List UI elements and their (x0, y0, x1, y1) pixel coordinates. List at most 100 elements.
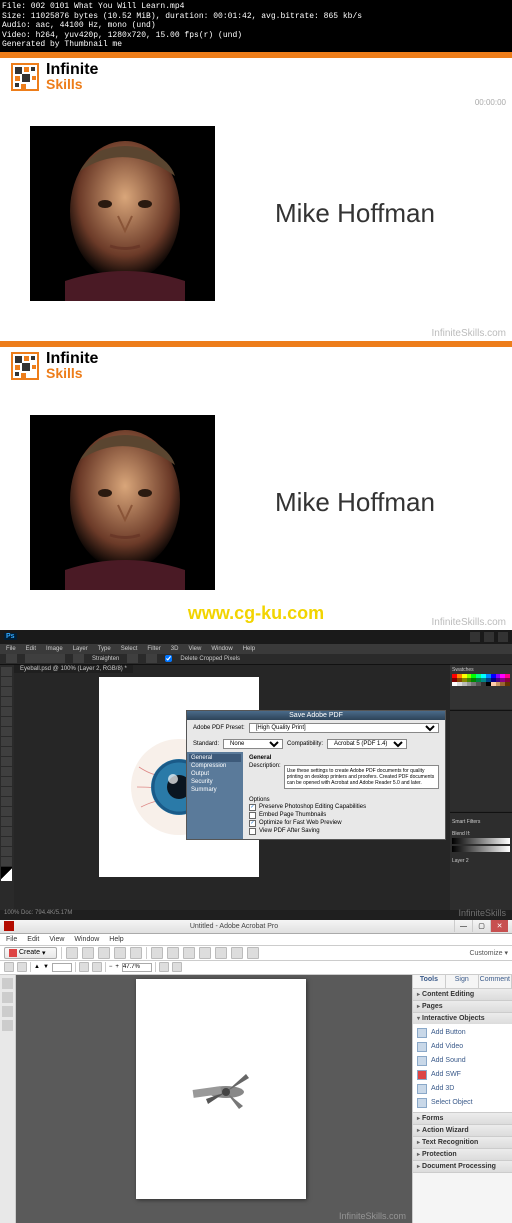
accordion-forms[interactable]: ▸Forms (413, 1113, 512, 1124)
add-button-item[interactable]: Add Button (417, 1026, 508, 1040)
preset-select[interactable]: [High Quality Print] (249, 723, 439, 733)
email-icon[interactable] (114, 947, 126, 959)
description-textarea[interactable]: Use these settings to create Adobe PDF d… (284, 765, 439, 789)
menu-filter[interactable]: Filter (147, 646, 160, 652)
open-icon[interactable] (66, 947, 78, 959)
hand-tool-icon[interactable] (1, 847, 12, 856)
add-3d-item[interactable]: Add 3D (417, 1082, 508, 1096)
tool-icon[interactable] (183, 947, 195, 959)
tool-icon[interactable] (199, 947, 211, 959)
sidebar-output[interactable]: Output (189, 770, 241, 778)
select-icon[interactable] (92, 962, 102, 972)
blend-gradient[interactable] (452, 846, 510, 852)
blend-gradient[interactable] (452, 838, 510, 844)
zoom-input[interactable] (122, 963, 152, 972)
menu-file[interactable]: File (6, 646, 16, 652)
tool-icon[interactable] (215, 947, 227, 959)
sidebar-general[interactable]: General (189, 754, 241, 762)
healing-tool-icon[interactable] (1, 727, 12, 736)
tool-icon[interactable] (151, 947, 163, 959)
minimize-button[interactable] (470, 632, 480, 642)
menu-type[interactable]: Type (98, 646, 111, 652)
add-sound-item[interactable]: Add Sound (417, 1054, 508, 1068)
crop-tool-icon[interactable] (1, 707, 12, 716)
accordion-action-wizard[interactable]: ▸Action Wizard (413, 1125, 512, 1136)
delete-cropped-checkbox[interactable] (165, 655, 172, 662)
menu-help[interactable]: Help (243, 646, 255, 652)
tool-icon[interactable] (231, 947, 243, 959)
menu-layer[interactable]: Layer (73, 646, 88, 652)
create-button[interactable]: Create ▾ (4, 947, 57, 959)
pen-tool-icon[interactable] (1, 807, 12, 816)
pdf-page[interactable] (136, 979, 306, 1199)
swatch[interactable] (505, 682, 510, 686)
zoom-out-icon[interactable]: − (109, 964, 113, 970)
marquee-tool-icon[interactable] (1, 677, 12, 686)
maximize-button[interactable]: ▢ (472, 920, 490, 932)
menu-view[interactable]: View (188, 646, 201, 652)
menu-edit[interactable]: Edit (26, 646, 36, 652)
lasso-tool-icon[interactable] (1, 687, 12, 696)
menu-file[interactable]: File (6, 936, 17, 943)
gradient-tool-icon[interactable] (1, 777, 12, 786)
accordion-document-processing[interactable]: ▸Document Processing (413, 1161, 512, 1172)
view-after-save-checkbox[interactable] (249, 828, 256, 835)
minimize-button[interactable]: — (454, 920, 472, 932)
page-input[interactable] (52, 963, 72, 972)
fg-bg-color-icon[interactable] (1, 867, 12, 881)
accordion-protection[interactable]: ▸Protection (413, 1149, 512, 1160)
sidebar-compression[interactable]: Compression (189, 762, 241, 770)
move-tool-icon[interactable] (1, 667, 12, 676)
standard-select[interactable]: None (223, 739, 283, 749)
fit-icon[interactable] (159, 962, 169, 972)
add-video-item[interactable]: Add Video (417, 1040, 508, 1054)
adjustments-panel[interactable] (450, 710, 512, 811)
compat-select[interactable]: Acrobat 5 (PDF 1.4) (327, 739, 407, 749)
dodge-tool-icon[interactable] (1, 797, 12, 806)
menu-view[interactable]: View (49, 936, 64, 943)
print-icon[interactable] (98, 947, 110, 959)
maximize-button[interactable] (484, 632, 494, 642)
accordion-pages[interactable]: ▸Pages (413, 1001, 512, 1012)
layer-name[interactable]: Layer 2 (452, 858, 510, 864)
path-tool-icon[interactable] (1, 827, 12, 836)
bookmarks-icon[interactable] (2, 992, 13, 1003)
overlay-icon[interactable] (127, 654, 138, 663)
accordion-interactive-objects[interactable]: ▾Interactive Objects (413, 1013, 512, 1024)
add-swf-item[interactable]: Add SWF (417, 1068, 508, 1082)
page-thumb-icon[interactable] (4, 962, 14, 972)
menu-3d[interactable]: 3D (171, 646, 179, 652)
signatures-icon[interactable] (2, 1020, 13, 1031)
select-object-item[interactable]: Select Object (417, 1096, 508, 1110)
layers-panel[interactable]: Smart Filters Blend If: Layer 2 (450, 812, 512, 913)
gear-icon[interactable] (146, 654, 157, 663)
straighten-button[interactable]: Straighten (92, 656, 119, 662)
accordion-content-editing[interactable]: ▸Content Editing (413, 989, 512, 1000)
zoom-in-icon[interactable]: + (115, 964, 119, 970)
swatches-panel[interactable]: Swatches (450, 665, 512, 709)
swap-icon[interactable] (73, 654, 84, 663)
stamp-tool-icon[interactable] (1, 747, 12, 756)
fit-icon[interactable] (172, 962, 182, 972)
acrobat-document-area[interactable]: InfiniteSkills.com (16, 975, 412, 1223)
menu-window[interactable]: Window (211, 646, 232, 652)
nav-icon[interactable] (17, 962, 27, 972)
menu-select[interactable]: Select (121, 646, 138, 652)
menu-edit[interactable]: Edit (27, 936, 39, 943)
eyedropper-tool-icon[interactable] (1, 717, 12, 726)
brush-tool-icon[interactable] (1, 737, 12, 746)
thumbnails-icon[interactable] (2, 978, 13, 989)
preserve-editing-checkbox[interactable]: ✓ (249, 804, 256, 811)
menu-image[interactable]: Image (46, 646, 63, 652)
close-button[interactable]: ✕ (490, 920, 508, 932)
embed-thumbnails-checkbox[interactable] (249, 812, 256, 819)
share-icon[interactable] (130, 947, 142, 959)
tool-icon[interactable] (247, 947, 259, 959)
save-icon[interactable] (82, 947, 94, 959)
crop-tool-icon[interactable] (6, 654, 17, 663)
page-up-icon[interactable]: ▲ (34, 964, 40, 970)
type-tool-icon[interactable] (1, 817, 12, 826)
menu-help[interactable]: Help (109, 936, 123, 943)
page-down-icon[interactable]: ▼ (43, 964, 49, 970)
tab-comment[interactable]: Comment (479, 975, 512, 988)
